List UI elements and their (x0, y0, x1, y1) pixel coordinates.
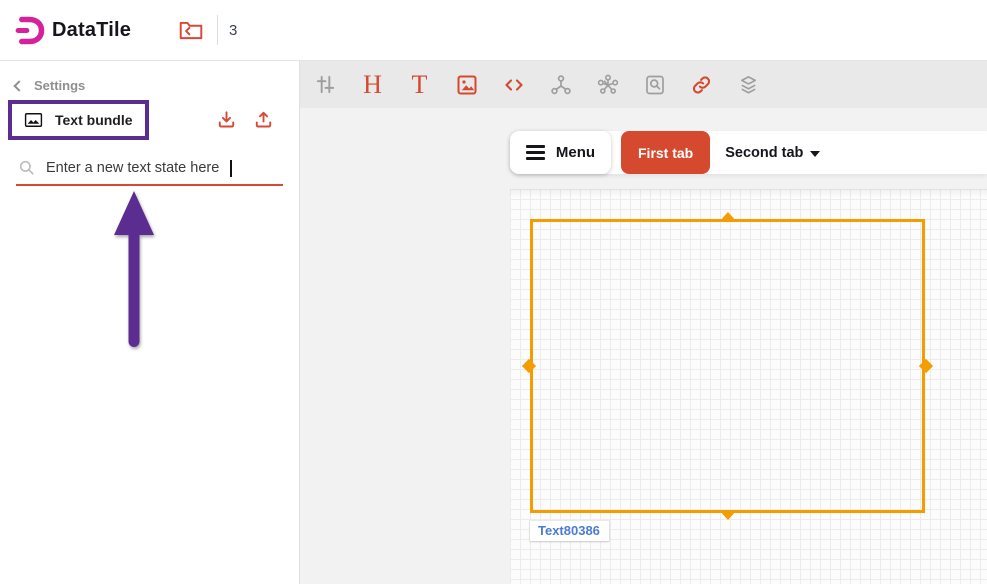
resize-handle-right[interactable] (919, 358, 933, 372)
image-thumbnail-icon (23, 110, 44, 130)
text-cursor (230, 160, 232, 177)
cluster-button[interactable] (584, 61, 631, 108)
text-bundle-item[interactable]: Text bundle (8, 100, 149, 140)
resize-handle-bottom[interactable] (720, 511, 736, 520)
chevron-left-icon (13, 80, 24, 91)
tune-button[interactable] (302, 61, 349, 108)
folder-back-icon (178, 18, 204, 42)
chevron-down-icon (810, 151, 820, 157)
settings-sidebar: Settings Text bundle (0, 61, 300, 584)
layers-icon (737, 73, 760, 97)
app-name: DataTile (52, 19, 131, 42)
menu-label: Menu (556, 144, 595, 161)
heading-icon: H (363, 72, 382, 98)
app-logo[interactable]: DataTile (14, 14, 131, 47)
datatile-logo-icon (14, 14, 47, 47)
widget-toolbar: H T (300, 61, 987, 108)
search-widget-button[interactable] (631, 61, 678, 108)
upload-icon[interactable] (252, 108, 275, 132)
text-widget-button[interactable]: T (396, 61, 443, 108)
back-to-settings[interactable]: Settings (0, 61, 299, 93)
share-nodes-button[interactable] (537, 61, 584, 108)
layers-button[interactable] (725, 61, 772, 108)
download-icon[interactable] (215, 108, 238, 132)
image-icon (455, 73, 479, 97)
text-icon: T (412, 72, 428, 98)
text-widget-frame[interactable] (530, 219, 925, 513)
link-icon (689, 73, 714, 97)
code-icon (501, 73, 527, 97)
resize-handle-top[interactable] (720, 212, 736, 221)
new-text-state-input[interactable]: Enter a new text state here (16, 155, 283, 186)
resize-handle-left[interactable] (522, 358, 536, 372)
code-widget-button[interactable] (490, 61, 537, 108)
folder-count: 3 (229, 22, 237, 39)
hamburger-icon (526, 145, 545, 160)
app-header: DataTile 3 (0, 0, 987, 61)
image-widget-button[interactable] (443, 61, 490, 108)
main-area: H T (300, 61, 987, 584)
cluster-icon (596, 73, 620, 97)
tab-first[interactable]: First tab (621, 131, 710, 174)
tab-second-label: Second tab (725, 145, 803, 161)
tab-second[interactable]: Second tab (725, 145, 820, 161)
link-button[interactable] (678, 61, 725, 108)
share-nodes-icon (549, 73, 573, 97)
collapse-folder-button[interactable] (177, 17, 204, 44)
text-bundle-label: Text bundle (55, 112, 133, 128)
tune-icon (314, 73, 337, 96)
tab-strip: Menu First tab Second tab (510, 131, 987, 174)
heading-widget-button[interactable]: H (349, 61, 396, 108)
search-box-icon (643, 73, 667, 97)
input-value: Enter a new text state here (46, 160, 219, 176)
grid-canvas[interactable]: Text80386 (510, 189, 987, 584)
search-icon (18, 159, 36, 177)
header-divider (217, 15, 218, 45)
tab-first-label: First tab (638, 145, 693, 161)
annotation-arrow-up (108, 189, 160, 351)
widget-name-badge: Text80386 (530, 521, 609, 541)
back-label: Settings (34, 78, 85, 93)
menu-button[interactable]: Menu (510, 131, 611, 174)
dashboard-content: Menu First tab Second tab Text80 (300, 108, 987, 584)
